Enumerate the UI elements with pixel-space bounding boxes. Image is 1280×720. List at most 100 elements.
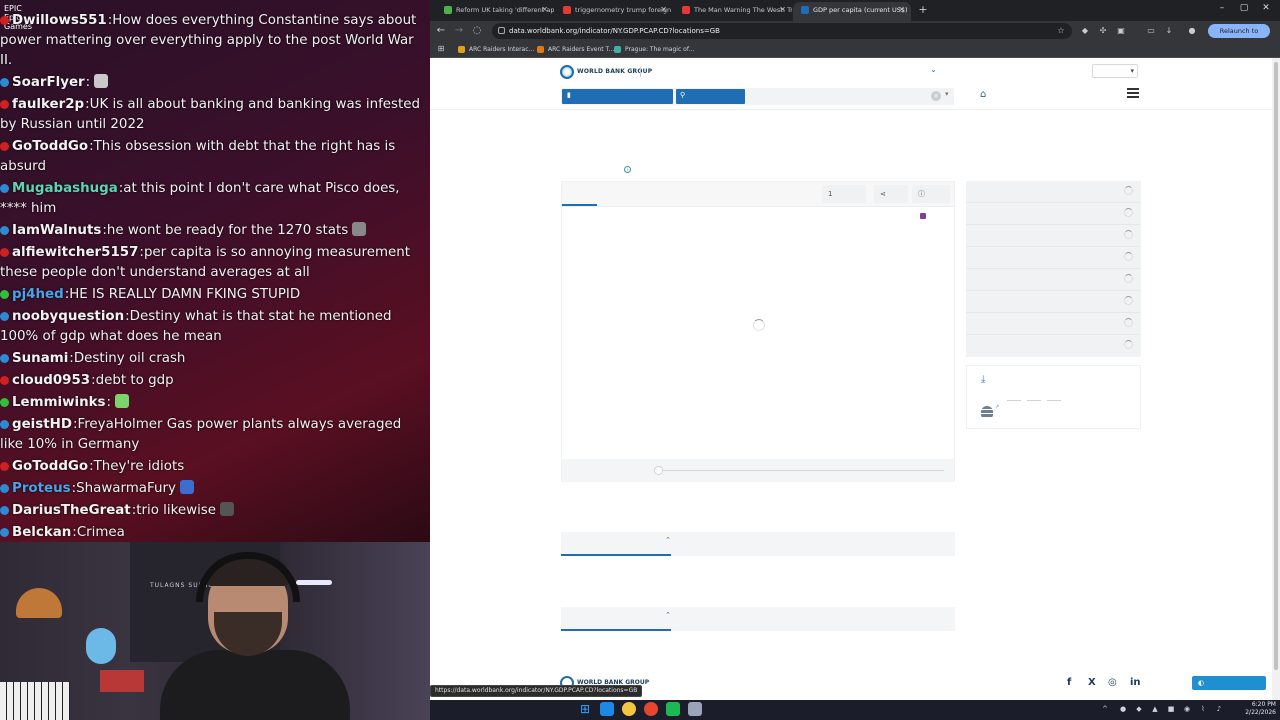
scrollbar-thumb[interactable] bbox=[1274, 62, 1278, 670]
bookmark-item[interactable]: ARC Raiders Interac... bbox=[458, 43, 534, 56]
chat-username[interactable]: cloud0953 bbox=[12, 373, 90, 388]
info-icon[interactable]: i bbox=[624, 166, 631, 173]
profile-icon[interactable]: ● bbox=[1187, 26, 1197, 36]
chat-username[interactable]: geistHD bbox=[12, 417, 72, 432]
chat-username[interactable]: DariusTheGreat bbox=[12, 503, 131, 518]
obs-icon[interactable] bbox=[688, 702, 702, 716]
series-checkbox[interactable] bbox=[920, 213, 926, 219]
spotify-icon[interactable] bbox=[644, 702, 658, 716]
download-format-links[interactable] bbox=[1007, 386, 1087, 401]
browser-tab[interactable]: triggernometry trump foreign p ✕ bbox=[555, 2, 673, 21]
language-select[interactable]: ▾ bbox=[1092, 64, 1138, 78]
download-icon[interactable]: ⤓ bbox=[981, 374, 985, 385]
indicator-chip[interactable]: ▮ bbox=[562, 89, 673, 104]
year-range-slider[interactable] bbox=[654, 466, 944, 475]
close-tab-icon[interactable]: ✕ bbox=[898, 2, 905, 18]
chat-username[interactable]: alfiewitcher5157 bbox=[12, 245, 138, 260]
chat-username[interactable]: faulker2p bbox=[12, 97, 84, 112]
side-row[interactable] bbox=[966, 247, 1141, 269]
close-tab-icon[interactable]: ✕ bbox=[541, 2, 548, 18]
chat-username[interactable]: Sunami bbox=[12, 351, 68, 366]
linkedin-icon[interactable]: in bbox=[1130, 677, 1141, 688]
chat-username[interactable]: pj4hed bbox=[12, 287, 64, 302]
bookmark-item[interactable]: ARC Raiders Event T... bbox=[537, 43, 614, 56]
address-bar[interactable]: data.worldbank.org/indicator/NY.GDP.PCAP… bbox=[492, 23, 1072, 39]
chat-username[interactable]: GoToddGo bbox=[12, 139, 88, 154]
tray-chevron-icon[interactable]: ^ bbox=[1100, 704, 1110, 714]
chat-username[interactable]: Dwillows551 bbox=[12, 13, 107, 28]
browser-tab[interactable]: Reform UK taking 'different ap ✕ bbox=[436, 2, 554, 21]
system-clock[interactable]: 6:20 PM 2/22/2026 bbox=[1236, 701, 1276, 717]
chevron-up-icon[interactable]: ⌃ bbox=[665, 611, 671, 619]
browser-tab[interactable]: The Man Warning The West: Tr ✕ bbox=[674, 2, 792, 21]
close-tab-icon[interactable]: ✕ bbox=[779, 2, 786, 18]
feedback-button[interactable]: ◐ bbox=[1192, 676, 1266, 690]
new-tab-button[interactable]: + bbox=[915, 2, 931, 18]
side-row[interactable] bbox=[966, 225, 1141, 247]
reload-icon[interactable]: ◌ bbox=[470, 24, 484, 38]
back-arrow-icon[interactable]: ← bbox=[434, 24, 448, 38]
close-window-button[interactable]: ✕ bbox=[1256, 3, 1276, 13]
file-explorer-icon[interactable] bbox=[600, 702, 614, 716]
tray-app-icon[interactable]: ◆ bbox=[1134, 704, 1144, 714]
chat-username[interactable]: Lemmiwinks bbox=[12, 395, 105, 410]
github-icon[interactable]: ◎ bbox=[1108, 677, 1117, 688]
side-row[interactable] bbox=[966, 269, 1141, 291]
volume-icon[interactable]: ♪ bbox=[1214, 704, 1224, 714]
external-link-icon[interactable]: ↗ bbox=[995, 404, 999, 410]
chat-username[interactable]: noobyquestion bbox=[12, 309, 124, 324]
tray-app-icon[interactable]: ● bbox=[1118, 704, 1128, 714]
slider-handle[interactable] bbox=[654, 466, 663, 475]
bookmark-star-icon[interactable]: ☆ bbox=[1056, 26, 1066, 36]
tray-app-icon[interactable]: ▲ bbox=[1150, 704, 1160, 714]
share-button[interactable]: ⋖ bbox=[874, 185, 908, 203]
chat-username[interactable]: Belckan bbox=[12, 525, 71, 540]
network-icon[interactable]: ⌇ bbox=[1198, 704, 1208, 714]
chat-username[interactable]: Mugabashuga bbox=[12, 181, 118, 196]
side-row[interactable] bbox=[966, 181, 1141, 203]
chevron-up-icon[interactable]: ⌃ bbox=[665, 536, 671, 544]
relaunch-button[interactable]: Relaunch to update bbox=[1208, 24, 1270, 49]
facebook-icon[interactable]: f bbox=[1067, 677, 1071, 688]
extension-icon[interactable]: ✣ bbox=[1098, 26, 1108, 36]
x-twitter-icon[interactable]: X bbox=[1088, 677, 1096, 688]
page-scrollbar[interactable] bbox=[1272, 58, 1280, 700]
info-button[interactable]: ⓘ bbox=[912, 185, 950, 203]
site-info-icon[interactable] bbox=[498, 27, 505, 34]
download-icon[interactable]: ↓ bbox=[1164, 26, 1174, 36]
side-row[interactable] bbox=[966, 335, 1141, 357]
close-tab-icon[interactable]: ✕ bbox=[660, 2, 667, 18]
tray-app-icon[interactable]: ■ bbox=[1166, 704, 1176, 714]
hamburger-menu-icon[interactable] bbox=[1127, 88, 1139, 98]
side-row[interactable] bbox=[966, 313, 1141, 335]
apps-grid-icon[interactable]: ⊞ bbox=[436, 44, 446, 54]
chrome-icon[interactable] bbox=[622, 702, 636, 716]
tray-app-icon[interactable]: ◉ bbox=[1182, 704, 1192, 714]
databank-icon[interactable] bbox=[981, 406, 993, 418]
chart-type-select[interactable]: 1 bbox=[822, 185, 866, 203]
extension-icon[interactable]: ◆ bbox=[1080, 26, 1090, 36]
bookmark-item[interactable]: Prague: The magic of... bbox=[614, 43, 694, 56]
chat-username[interactable]: GoToddGo bbox=[12, 459, 88, 474]
chat-username[interactable]: SoarFlyer bbox=[12, 75, 85, 90]
chat-username[interactable]: IamWalnuts bbox=[12, 223, 101, 238]
collapsible-section[interactable]: ⌃ bbox=[561, 607, 955, 631]
collapsible-section[interactable]: ⌃ bbox=[561, 532, 955, 556]
cast-icon[interactable]: ▭ bbox=[1146, 26, 1156, 36]
chevron-down-icon[interactable]: ⌄ bbox=[930, 65, 937, 74]
world-bank-logo[interactable]: WORLD BANK GROUP bbox=[560, 64, 652, 80]
minimize-button[interactable]: – bbox=[1212, 3, 1232, 13]
country-chip[interactable]: ⚲ bbox=[676, 89, 745, 104]
clear-search-icon[interactable]: × bbox=[931, 91, 941, 101]
side-row[interactable] bbox=[966, 291, 1141, 313]
maximize-button[interactable]: ▢ bbox=[1234, 3, 1254, 13]
steam-icon[interactable] bbox=[666, 702, 680, 716]
chat-username[interactable]: Proteus bbox=[12, 481, 71, 496]
extension-icon[interactable]: ▣ bbox=[1116, 26, 1126, 36]
indicator-search-bar[interactable]: ▮ ⚲ × ▾ bbox=[561, 88, 954, 105]
home-icon[interactable]: ⌂ bbox=[980, 89, 986, 100]
caret-down-icon[interactable]: ▾ bbox=[945, 90, 949, 98]
browser-tab-active[interactable]: GDP per capita (current US$) ✕ bbox=[793, 2, 911, 21]
forward-arrow-icon[interactable]: → bbox=[452, 24, 466, 38]
windows-start-icon[interactable]: ⊞ bbox=[578, 702, 592, 716]
